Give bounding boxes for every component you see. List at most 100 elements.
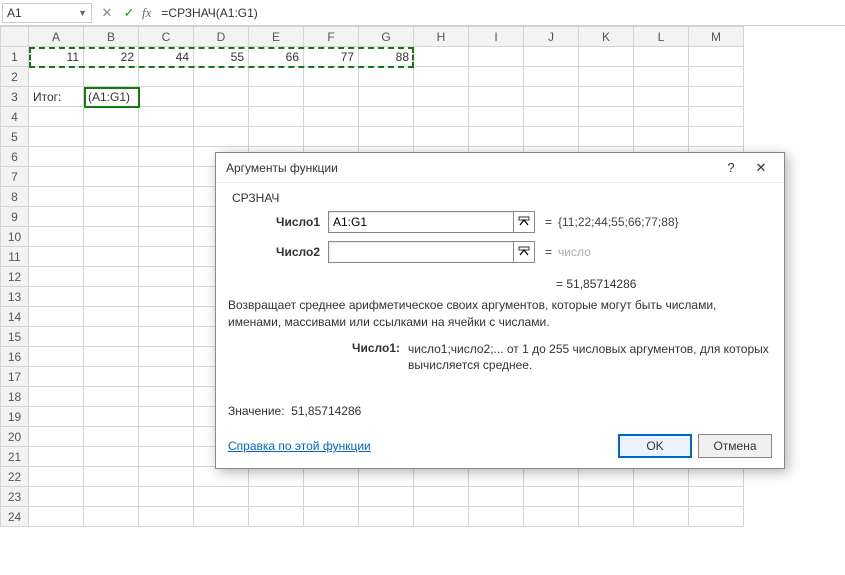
cell-E24[interactable] <box>249 507 304 527</box>
cell-E2[interactable] <box>249 67 304 87</box>
cell-H24[interactable] <box>414 507 469 527</box>
cell-F24[interactable] <box>304 507 359 527</box>
cell-C4[interactable] <box>139 107 194 127</box>
cell-J23[interactable] <box>524 487 579 507</box>
enter-formula-icon[interactable]: ✓ <box>118 2 140 24</box>
cell-B5[interactable] <box>84 127 139 147</box>
col-header-M[interactable]: M <box>689 27 744 47</box>
close-icon[interactable]: ✕ <box>746 154 776 182</box>
cell-B17[interactable] <box>84 367 139 387</box>
cell-C5[interactable] <box>139 127 194 147</box>
cell-B13[interactable] <box>84 287 139 307</box>
cell-F23[interactable] <box>304 487 359 507</box>
row-header-1[interactable]: 1 <box>1 47 29 67</box>
cell-C6[interactable] <box>139 147 194 167</box>
col-header-D[interactable]: D <box>194 27 249 47</box>
cell-B19[interactable] <box>84 407 139 427</box>
cell-D24[interactable] <box>194 507 249 527</box>
cell-G1[interactable]: 88 <box>359 47 414 67</box>
formula-input[interactable]: =СРЗНАЧ(A1:G1) <box>157 6 845 20</box>
cell-A6[interactable] <box>29 147 84 167</box>
row-header-8[interactable]: 8 <box>1 187 29 207</box>
cell-B7[interactable] <box>84 167 139 187</box>
cell-G3[interactable] <box>359 87 414 107</box>
cell-C2[interactable] <box>139 67 194 87</box>
row-header-24[interactable]: 24 <box>1 507 29 527</box>
cell-C24[interactable] <box>139 507 194 527</box>
cell-G23[interactable] <box>359 487 414 507</box>
cell-L2[interactable] <box>634 67 689 87</box>
cell-D1[interactable]: 55 <box>194 47 249 67</box>
cell-A9[interactable] <box>29 207 84 227</box>
cell-E4[interactable] <box>249 107 304 127</box>
cell-I2[interactable] <box>469 67 524 87</box>
col-header-K[interactable]: K <box>579 27 634 47</box>
cancel-button[interactable]: Отмена <box>698 434 772 458</box>
cell-L22[interactable] <box>634 467 689 487</box>
cell-B15[interactable] <box>84 327 139 347</box>
cell-B21[interactable] <box>84 447 139 467</box>
cell-C8[interactable] <box>139 187 194 207</box>
row-header-5[interactable]: 5 <box>1 127 29 147</box>
cell-A4[interactable] <box>29 107 84 127</box>
cell-L5[interactable] <box>634 127 689 147</box>
cell-M5[interactable] <box>689 127 744 147</box>
row-header-12[interactable]: 12 <box>1 267 29 287</box>
cell-D4[interactable] <box>194 107 249 127</box>
cell-B8[interactable] <box>84 187 139 207</box>
cell-B6[interactable] <box>84 147 139 167</box>
col-header-J[interactable]: J <box>524 27 579 47</box>
collapse-dialog-icon[interactable] <box>513 211 535 233</box>
cell-C12[interactable] <box>139 267 194 287</box>
cell-A1[interactable]: 11 <box>29 47 84 67</box>
cell-K23[interactable] <box>579 487 634 507</box>
cell-A14[interactable] <box>29 307 84 327</box>
cell-K3[interactable] <box>579 87 634 107</box>
cell-F1[interactable]: 77 <box>304 47 359 67</box>
cell-B16[interactable] <box>84 347 139 367</box>
cell-A20[interactable] <box>29 427 84 447</box>
row-header-21[interactable]: 21 <box>1 447 29 467</box>
arg2-input[interactable] <box>328 241 514 263</box>
cell-G24[interactable] <box>359 507 414 527</box>
cell-J1[interactable] <box>524 47 579 67</box>
cell-A2[interactable] <box>29 67 84 87</box>
cell-H22[interactable] <box>414 467 469 487</box>
cell-G2[interactable] <box>359 67 414 87</box>
cell-B14[interactable] <box>84 307 139 327</box>
cell-F22[interactable] <box>304 467 359 487</box>
row-header-18[interactable]: 18 <box>1 387 29 407</box>
cell-C1[interactable]: 44 <box>139 47 194 67</box>
cell-A3[interactable]: Итог: <box>29 87 84 107</box>
cell-B3[interactable]: (A1:G1) <box>84 87 139 107</box>
row-header-22[interactable]: 22 <box>1 467 29 487</box>
row-header-16[interactable]: 16 <box>1 347 29 367</box>
row-header-14[interactable]: 14 <box>1 307 29 327</box>
cell-K5[interactable] <box>579 127 634 147</box>
arg1-input[interactable] <box>328 211 514 233</box>
cell-E3[interactable] <box>249 87 304 107</box>
help-icon[interactable]: ? <box>716 154 746 182</box>
row-header-23[interactable]: 23 <box>1 487 29 507</box>
cell-K2[interactable] <box>579 67 634 87</box>
cell-I4[interactable] <box>469 107 524 127</box>
cell-C13[interactable] <box>139 287 194 307</box>
chevron-down-icon[interactable]: ▼ <box>78 8 87 18</box>
row-header-15[interactable]: 15 <box>1 327 29 347</box>
cell-K1[interactable] <box>579 47 634 67</box>
cell-M1[interactable] <box>689 47 744 67</box>
cell-G5[interactable] <box>359 127 414 147</box>
cell-A5[interactable] <box>29 127 84 147</box>
row-header-10[interactable]: 10 <box>1 227 29 247</box>
cell-C18[interactable] <box>139 387 194 407</box>
cell-H3[interactable] <box>414 87 469 107</box>
cell-B24[interactable] <box>84 507 139 527</box>
cell-A19[interactable] <box>29 407 84 427</box>
cell-C9[interactable] <box>139 207 194 227</box>
select-all-corner[interactable] <box>1 27 29 47</box>
cell-M23[interactable] <box>689 487 744 507</box>
cell-C17[interactable] <box>139 367 194 387</box>
collapse-dialog-icon[interactable] <box>513 241 535 263</box>
cell-B22[interactable] <box>84 467 139 487</box>
row-header-3[interactable]: 3 <box>1 87 29 107</box>
